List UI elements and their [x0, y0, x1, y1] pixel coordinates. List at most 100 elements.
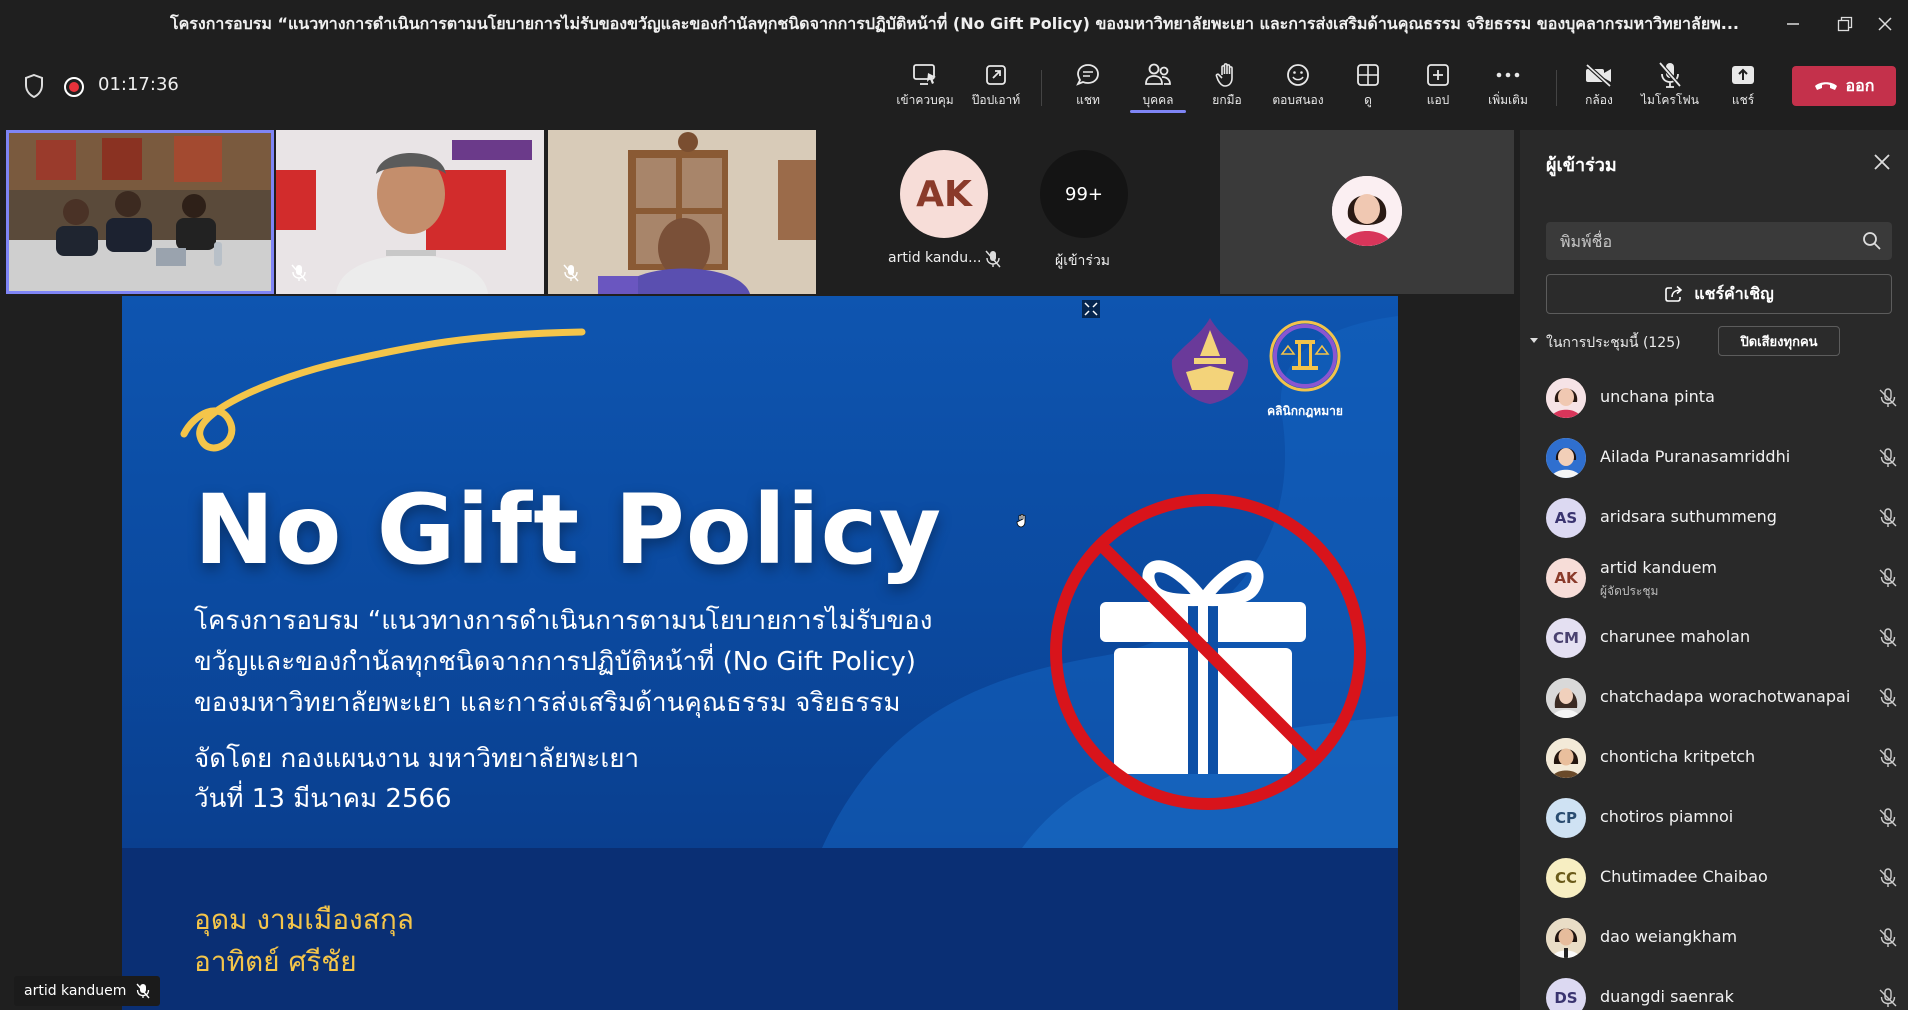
leave-button[interactable]: ออก	[1792, 66, 1896, 106]
participant-name: aridsara suthummeng	[1600, 507, 1777, 526]
people-label: บุคคล	[1124, 92, 1192, 113]
share-label: แชร์	[1731, 93, 1755, 107]
apps-button[interactable]: แอป	[1404, 58, 1472, 118]
apps-label: แอป	[1426, 93, 1450, 107]
react-button[interactable]: ตอบสนอง	[1264, 58, 1332, 118]
avatar	[1546, 738, 1586, 778]
share-button[interactable]: แชร์	[1709, 58, 1777, 118]
tile-mic-off-indicator	[982, 248, 1004, 270]
profile-photo	[1332, 176, 1402, 246]
participant-name: duangdi saenrak	[1600, 987, 1734, 1006]
share-invite-label: แชร์คำเชิญ	[1694, 283, 1774, 303]
in-meeting-section[interactable]: ในการประชุมนี้ (125) ปิดเสียงทุกคน	[1528, 326, 1900, 358]
participants-panel: ผู้เข้าร่วม แชร์คำเชิญ ในการประชุมนี้ (1…	[1520, 130, 1908, 1010]
in-meeting-section-title: ในการประชุมนี้ (125)	[1546, 335, 1681, 351]
mic-off-icon[interactable]	[1878, 988, 1898, 1008]
avatar-name: artid kandu...	[888, 250, 982, 266]
popout-icon	[986, 65, 1006, 85]
more-button[interactable]: เพิ่มเติม	[1474, 58, 1542, 118]
people-button[interactable]: บุคคล	[1124, 58, 1192, 118]
mic-off-icon[interactable]	[1878, 448, 1898, 468]
video-tile-participant-2[interactable]	[276, 130, 544, 294]
popout-button[interactable]: ป๊อปเอาท์	[962, 58, 1030, 118]
slide-subtitle-line-2: ขวัญและของกำนัลทุกชนิดจากการปฏิบัติหน้าท…	[194, 647, 916, 677]
list-item[interactable]: CC Chutimadee Chaibao	[1546, 853, 1902, 903]
video-tile-room[interactable]	[6, 130, 274, 294]
mic-off-icon[interactable]	[1878, 388, 1898, 408]
mute-all-button[interactable]: ปิดเสียงทุกคน	[1718, 326, 1840, 356]
chat-label: แชท	[1076, 93, 1100, 107]
slide-subtitle-line-1: โครงการอบรม “แนวทางการดำเนินการตามนโยบาย…	[194, 606, 933, 636]
shield-icon	[25, 74, 43, 98]
mic-off-icon	[985, 250, 1001, 268]
close-window-button[interactable]	[1862, 0, 1908, 48]
more-icon	[1496, 72, 1520, 78]
window-title: โครงการอบรม “แนวทางการดำเนินการตามนโยบาย…	[170, 14, 1739, 33]
avatar: AK	[1546, 558, 1586, 598]
mic-off-icon[interactable]	[1878, 688, 1898, 708]
avatar: DS	[1546, 978, 1586, 1010]
overflow-participants-label: ผู้เข้าร่วม	[1055, 253, 1111, 269]
view-label: ดู	[1364, 93, 1372, 107]
mic-off-icon[interactable]	[1878, 628, 1898, 648]
speaker-name-1: อุดม งามเมืองสกุล	[194, 903, 414, 936]
video-tile-avatars: AK artid kandu... 99+ ผู้เข้าร่วม	[818, 130, 1218, 294]
list-item[interactable]: dao weiangkham	[1546, 913, 1902, 963]
list-item[interactable]: CP chotiros piamnoi	[1546, 793, 1902, 843]
leave-label: ออก	[1845, 75, 1875, 95]
take-control-button[interactable]: เข้าควบคุม	[891, 58, 959, 118]
minimize-button[interactable]	[1770, 0, 1816, 48]
control-icon	[913, 64, 936, 85]
video-feed-participant-3	[548, 130, 816, 294]
close-icon[interactable]	[1872, 152, 1892, 172]
apps-icon	[1427, 64, 1449, 86]
presenter-name: artid kanduem	[24, 983, 127, 999]
mic-off-icon[interactable]	[1878, 508, 1898, 528]
mic-off-icon[interactable]	[1878, 928, 1898, 948]
share-invite-button[interactable]: แชร์คำเชิญ	[1546, 274, 1892, 314]
participant-name: Chutimadee Chaibao	[1600, 867, 1768, 886]
toolbar-divider	[1041, 70, 1042, 106]
mic-off-icon[interactable]	[1878, 868, 1898, 888]
list-item[interactable]: AS aridsara suthummeng	[1546, 493, 1902, 543]
microphone-button[interactable]: ไมโครโฟน	[1636, 58, 1704, 118]
overflow-participants-badge[interactable]: 99+	[1040, 150, 1128, 238]
participant-name: charunee maholan	[1600, 627, 1751, 646]
avatar	[1546, 438, 1586, 478]
list-item[interactable]: unchana pinta	[1546, 373, 1902, 423]
tile-mic-off-indicator	[288, 262, 310, 284]
list-item[interactable]: Ailada Puranasamriddhi	[1546, 433, 1902, 483]
video-tile-participant-3[interactable]	[548, 130, 816, 294]
mic-off-icon[interactable]	[1878, 748, 1898, 768]
view-button[interactable]: ดู	[1334, 58, 1402, 118]
legal-clinic-logo	[1269, 320, 1341, 392]
list-item[interactable]: CM charunee maholan	[1546, 613, 1902, 663]
mic-off-icon	[291, 264, 307, 282]
chat-button[interactable]: แชท	[1054, 58, 1122, 118]
people-icon	[1145, 63, 1171, 85]
mic-off-icon[interactable]	[1878, 808, 1898, 828]
collapse-icon[interactable]	[1082, 300, 1100, 318]
list-item[interactable]: AK artid kanduem ผู้จัดประชุม	[1546, 553, 1902, 603]
profile-photo	[1546, 918, 1586, 958]
slide-title: No Gift Policy	[194, 474, 943, 586]
raise-hand-button[interactable]: ยกมือ	[1193, 58, 1261, 118]
list-item[interactable]: chatchadapa worachotwanapai	[1546, 673, 1902, 723]
avatar: CC	[1546, 858, 1586, 898]
search-icon[interactable]	[1862, 231, 1882, 251]
profile-photo	[1546, 678, 1586, 718]
participant-search-input[interactable]	[1546, 222, 1892, 260]
slide-organizer: จัดโดย กองแผนงาน มหาวิทยาลัยพะเยา	[194, 744, 640, 774]
avatar	[1546, 678, 1586, 718]
list-item[interactable]: chonticha kritpetch	[1546, 733, 1902, 783]
participant-name: unchana pinta	[1600, 387, 1715, 406]
slide-date: วันที่ 13 มีนาคม 2566	[194, 784, 452, 814]
take-control-label: เข้าควบคุม	[896, 93, 954, 107]
video-tile-self[interactable]	[1220, 130, 1514, 294]
list-item[interactable]: DS duangdi saenrak	[1546, 973, 1902, 1010]
mic-off-icon[interactable]	[1878, 568, 1898, 588]
popout-label: ป๊อปเอาท์	[971, 93, 1021, 107]
camera-button[interactable]: กล้อง	[1565, 58, 1633, 118]
profile-photo	[1546, 738, 1586, 778]
avatar[interactable]: AK	[900, 150, 988, 238]
